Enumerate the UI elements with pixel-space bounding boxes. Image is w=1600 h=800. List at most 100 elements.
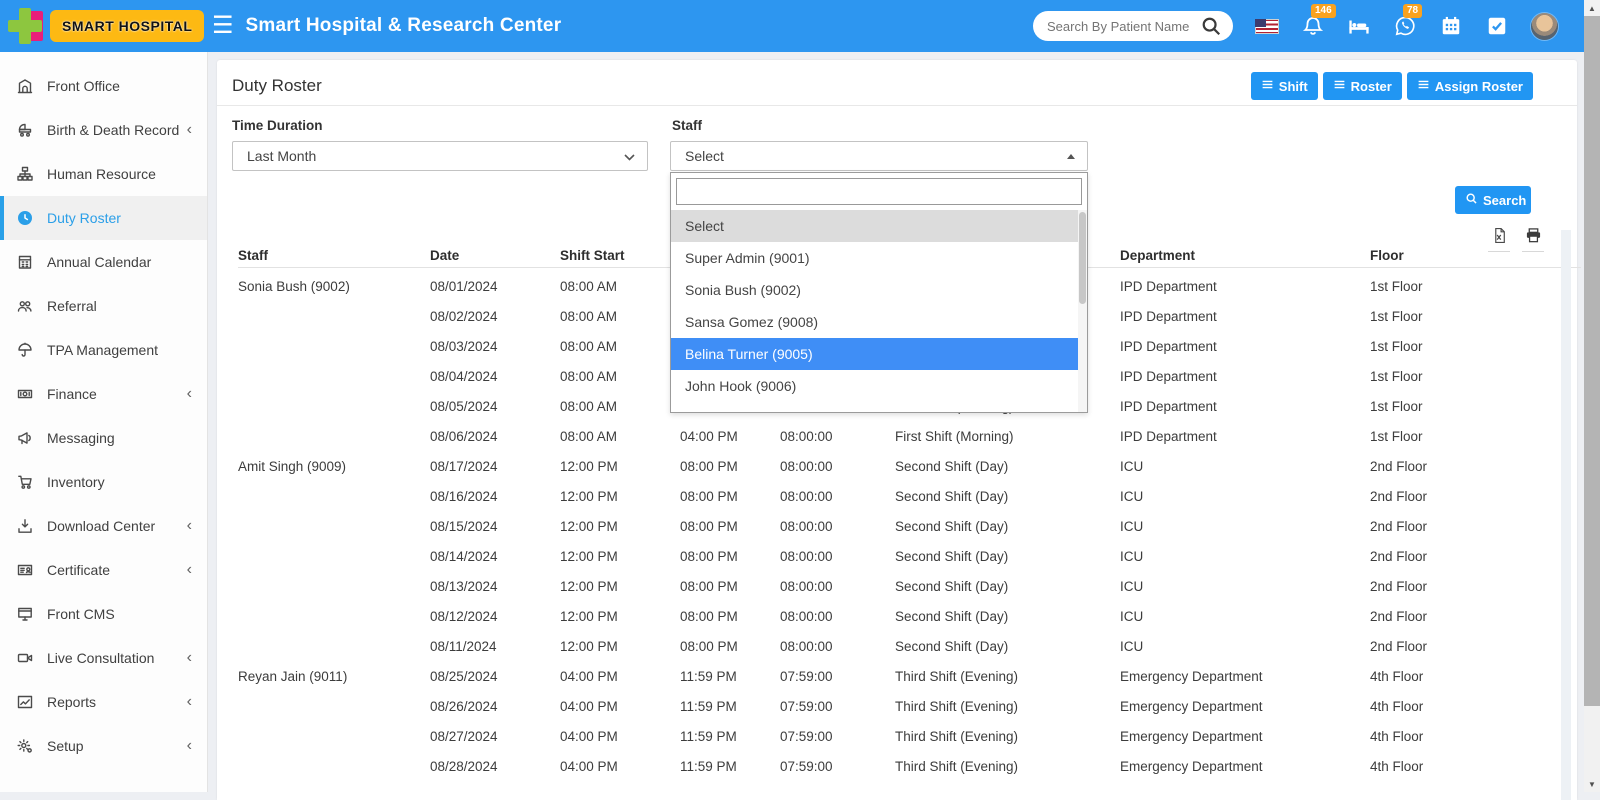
whatsapp-icon[interactable]: 78 (1393, 14, 1417, 38)
table-cell: Third Shift (Evening) (895, 669, 1120, 684)
window-scrollbar[interactable]: ▲ ▼ (1584, 0, 1600, 792)
table-scroll-track[interactable] (1561, 230, 1571, 800)
table-cell: 08/05/2024 (430, 399, 560, 414)
sidebar-item-front-office[interactable]: Front Office (0, 64, 207, 108)
staff-option[interactable]: John Hook (9006) (671, 370, 1087, 402)
staff-option[interactable]: Super Admin (9001) (671, 242, 1087, 274)
table-cell: 2nd Floor (1370, 549, 1550, 564)
sidebar-item-front-cms[interactable]: Front CMS (0, 592, 207, 636)
table-cell: Emergency Department (1120, 729, 1370, 744)
table-cell: 04:00 PM (560, 669, 680, 684)
sidebar-item-messaging[interactable]: Messaging (0, 416, 207, 460)
sidebar-item-birth-death-record[interactable]: Birth & Death Record‹ (0, 108, 207, 152)
table-cell: 4th Floor (1370, 699, 1550, 714)
whatsapp-badge: 78 (1403, 4, 1422, 18)
chevron-down-icon (624, 148, 635, 164)
table-cell: Third Shift (Evening) (895, 729, 1120, 744)
table-cell: ICU (1120, 549, 1370, 564)
scroll-up-arrow-icon[interactable]: ▲ (1584, 0, 1600, 16)
sidebar-item-live-consultation[interactable]: Live Consultation‹ (0, 636, 207, 680)
sidebar-item-inventory[interactable]: Inventory (0, 460, 207, 504)
table-cell: 1st Floor (1370, 279, 1550, 294)
sidebar-item-human-resource[interactable]: Human Resource (0, 152, 207, 196)
sidebar-item-annual-calendar[interactable]: Annual Calendar (0, 240, 207, 284)
assign-roster-button[interactable]: Assign Roster (1407, 72, 1533, 100)
sidebar-item-label: Download Center (47, 518, 155, 534)
chevron-up-icon (1067, 154, 1075, 159)
table-cell: 08:00:00 (780, 519, 895, 534)
table-cell: 08:00 PM (680, 609, 780, 624)
table-cell: 08/04/2024 (430, 369, 560, 384)
table-cell: 08:00 PM (680, 639, 780, 654)
time-duration-select[interactable]: Last Month (232, 141, 648, 171)
table-cell: 12:00 PM (560, 489, 680, 504)
table-cell: 12:00 PM (560, 459, 680, 474)
staff-dropdown-search-input[interactable] (676, 178, 1082, 205)
notifications-bell-icon[interactable]: 146 (1301, 14, 1325, 38)
shift-button[interactable]: Shift (1251, 72, 1318, 100)
table-cell: 1st Floor (1370, 399, 1550, 414)
sidebar-item-duty-roster[interactable]: Duty Roster (0, 196, 207, 240)
table-cell: 12:00 PM (560, 639, 680, 654)
staff-option[interactable]: Sonia Bush (9002) (671, 274, 1087, 306)
chevron-left-icon: ‹ (187, 694, 192, 710)
time-duration-label: Time Duration (232, 118, 323, 133)
table-cell: 08:00:00 (780, 579, 895, 594)
staff-option[interactable]: Select (671, 210, 1087, 242)
sidebar-item-label: Front CMS (47, 606, 115, 622)
table-row: 08/26/202404:00 PM11:59 PM07:59:00Third … (238, 691, 1581, 721)
sidebar-item-download-center[interactable]: Download Center‹ (0, 504, 207, 548)
dropdown-scrollbar[interactable] (1078, 210, 1087, 412)
table-cell: 08:00 PM (680, 489, 780, 504)
table-cell: ICU (1120, 519, 1370, 534)
sidebar-toggle-icon[interactable]: ☰ (212, 14, 234, 38)
staff-select[interactable]: Select (670, 141, 1088, 171)
bed-status-icon[interactable] (1347, 14, 1371, 38)
patient-search-input[interactable] (1047, 19, 1199, 34)
staff-option[interactable]: Brad Frost (9003) (671, 402, 1087, 412)
table-cell: Emergency Department (1120, 699, 1370, 714)
staff-dropdown-panel: SelectSuper Admin (9001)Sonia Bush (9002… (670, 172, 1088, 413)
staff-option[interactable]: Sansa Gomez (9008) (671, 306, 1087, 338)
hospital-cross-icon (8, 6, 48, 46)
search-icon (1465, 192, 1478, 208)
table-cell: 12:00 PM (560, 519, 680, 534)
sidebar-item-setup[interactable]: Setup‹ (0, 724, 207, 768)
tasks-check-icon[interactable] (1485, 14, 1509, 38)
sidebar-item-reports[interactable]: Reports‹ (0, 680, 207, 724)
table-cell: 08/27/2024 (430, 729, 560, 744)
brand-logo[interactable]: SMART HOSPITAL (0, 0, 200, 52)
sidebar-item-certificate[interactable]: Certificate‹ (0, 548, 207, 592)
search-icon[interactable] (1199, 14, 1223, 38)
table-cell: Second Shift (Day) (895, 609, 1120, 624)
table-cell: 4th Floor (1370, 729, 1550, 744)
sidebar-item-label: Setup (47, 738, 84, 754)
table-cell: ICU (1120, 579, 1370, 594)
patient-search-box[interactable] (1033, 11, 1233, 41)
scrollbar-thumb[interactable] (1584, 16, 1600, 706)
search-button[interactable]: Search (1455, 186, 1531, 214)
table-row: 08/11/202412:00 PM08:00 PM08:00:00Second… (238, 631, 1581, 661)
sidebar-item-finance[interactable]: Finance‹ (0, 372, 207, 416)
staff-dropdown-options: SelectSuper Admin (9001)Sonia Bush (9002… (671, 210, 1087, 412)
calendar-icon[interactable] (1439, 14, 1463, 38)
sidebar-item-referral[interactable]: Referral (0, 284, 207, 328)
scroll-down-arrow-icon[interactable]: ▼ (1584, 776, 1600, 792)
table-cell: 07:59:00 (780, 759, 895, 774)
table-cell: Third Shift (Evening) (895, 699, 1120, 714)
table-cell: 11:59 PM (680, 699, 780, 714)
table-cell: 04:00 PM (560, 729, 680, 744)
language-flag-icon[interactable] (1255, 14, 1279, 38)
money-icon (17, 386, 37, 402)
sidebar-item-label: Duty Roster (47, 210, 121, 226)
sidebar-item-tpa-management[interactable]: TPA Management (0, 328, 207, 372)
table-row: 08/12/202412:00 PM08:00 PM08:00:00Second… (238, 601, 1581, 631)
table-cell: 08:00 PM (680, 519, 780, 534)
staff-option[interactable]: Belina Turner (9005) (671, 338, 1087, 370)
table-cell: 04:00 PM (560, 759, 680, 774)
roster-button[interactable]: Roster (1323, 72, 1402, 100)
table-cell: 08/13/2024 (430, 579, 560, 594)
user-avatar[interactable] (1531, 13, 1558, 40)
table-cell: 08/26/2024 (430, 699, 560, 714)
table-cell: IPD Department (1120, 429, 1370, 444)
